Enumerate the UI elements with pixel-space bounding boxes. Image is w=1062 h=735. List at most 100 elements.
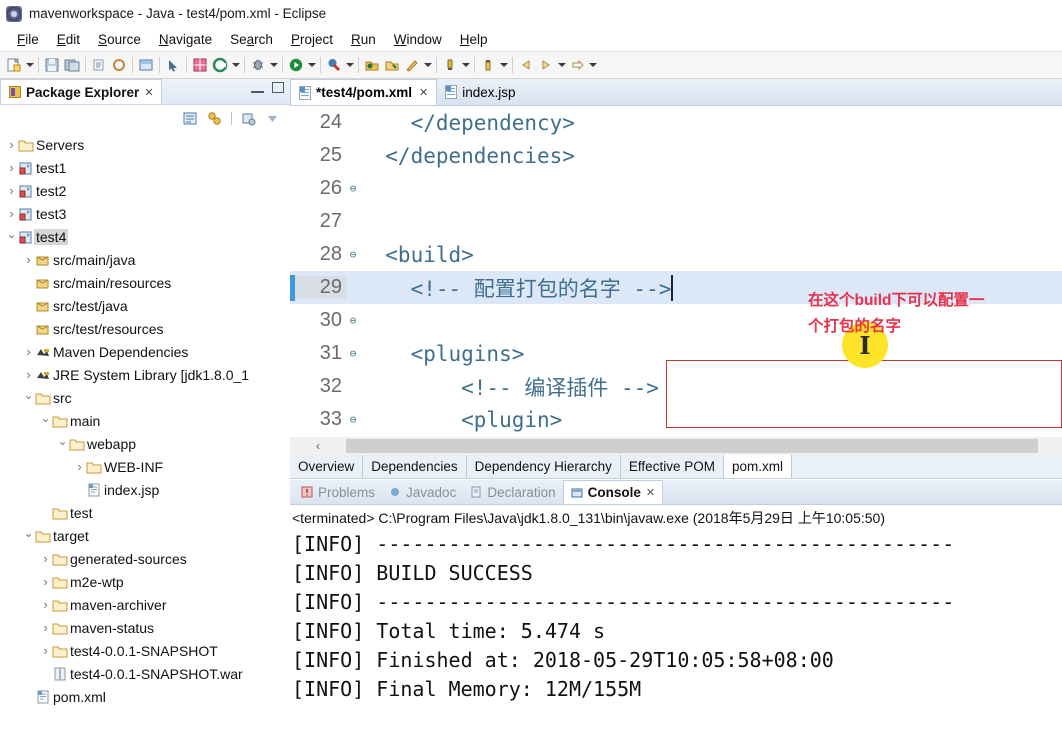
debug-icon[interactable] — [248, 55, 268, 75]
menu-run[interactable]: Run — [342, 30, 385, 49]
tree-item-target[interactable]: target — [0, 524, 290, 547]
coverage-dropdown-icon[interactable] — [230, 55, 241, 75]
tree-item-main[interactable]: main — [0, 409, 290, 432]
code-line-31[interactable]: 31 <plugins> — [290, 337, 1062, 370]
tree-item-test4-0-0-1-snapshot[interactable]: test4-0.0.1-SNAPSHOT — [0, 639, 290, 662]
editor-tab-index-jsp[interactable]: index.jsp — [437, 79, 523, 105]
tree-item-test4-0-0-1-snapshot-war[interactable]: test4-0.0.1-SNAPSHOT.war — [0, 662, 290, 685]
pom-tab-dependency-hierarchy[interactable]: Dependency Hierarchy — [467, 455, 621, 478]
menu-edit[interactable]: Edit — [48, 30, 89, 49]
menu-project[interactable]: Project — [282, 30, 342, 49]
new-dropdown-icon[interactable] — [24, 55, 35, 75]
tree-item-test[interactable]: test — [0, 501, 290, 524]
tree-item-test1[interactable]: test1 — [0, 156, 290, 179]
code-editor[interactable]: 24 </dependency>25 </dependencies>262728… — [290, 106, 1062, 437]
menu-help[interactable]: Help — [451, 30, 497, 49]
minimize-icon[interactable] — [251, 82, 264, 93]
new-java-project-icon[interactable] — [190, 55, 210, 75]
save-icon[interactable] — [42, 55, 62, 75]
code-line-25[interactable]: 25 </dependencies> — [290, 139, 1062, 172]
tree-item-test3[interactable]: test3 — [0, 202, 290, 225]
expand-arrow-icon[interactable] — [6, 184, 17, 198]
tree-item-generated-sources[interactable]: generated-sources — [0, 547, 290, 570]
tree-item-maven-status[interactable]: maven-status — [0, 616, 290, 639]
code-line-24[interactable]: 24 </dependency> — [290, 106, 1062, 139]
expand-arrow-icon[interactable] — [74, 460, 85, 474]
code-line-32[interactable]: 32 <!-- 编译插件 --> — [290, 370, 1062, 403]
print-icon[interactable] — [89, 55, 109, 75]
console-tab-javadoc[interactable]: Javadoc — [382, 485, 463, 500]
expand-arrow-icon[interactable] — [57, 437, 68, 450]
forward-dropdown-icon[interactable] — [556, 55, 567, 75]
open-type-icon[interactable] — [362, 55, 382, 75]
collapse-all-icon[interactable] — [183, 111, 198, 126]
tree-item-test4[interactable]: test4 — [0, 225, 290, 248]
tree-item-src-test-resources[interactable]: src/test/resources — [0, 317, 290, 340]
view-chevron-icon[interactable] — [265, 111, 280, 126]
expand-arrow-icon[interactable] — [6, 230, 17, 243]
fold-toggle-icon[interactable] — [346, 248, 360, 261]
maximize-icon[interactable] — [272, 82, 284, 93]
next-annotation-dropdown-icon[interactable] — [460, 55, 471, 75]
console-view-icon[interactable] — [136, 55, 156, 75]
external-tools-dropdown-icon[interactable] — [344, 55, 355, 75]
close-icon[interactable]: ✕ — [144, 86, 153, 99]
run-icon[interactable] — [286, 55, 306, 75]
expand-arrow-icon[interactable] — [40, 598, 51, 612]
tree-item-src-test-java[interactable]: src/test/java — [0, 294, 290, 317]
scroll-left-icon[interactable]: ‹ — [290, 439, 346, 453]
next-edit-icon[interactable] — [567, 55, 587, 75]
tab-package-explorer[interactable]: Package Explorer ✕ — [0, 79, 162, 104]
expand-arrow-icon[interactable] — [23, 368, 34, 382]
scroll-thumb[interactable] — [346, 439, 1038, 453]
pom-tab-effective-pom[interactable]: Effective POM — [621, 455, 724, 478]
expand-arrow-icon[interactable] — [40, 621, 51, 635]
search-dropdown-icon[interactable] — [422, 55, 433, 75]
fold-toggle-icon[interactable] — [346, 413, 360, 426]
menu-window[interactable]: Window — [385, 30, 451, 49]
refresh-icon[interactable] — [109, 55, 129, 75]
tree-item-pom-xml[interactable]: pom.xml — [0, 685, 290, 708]
expand-arrow-icon[interactable] — [6, 161, 17, 175]
tree-item-src-main-java[interactable]: src/main/java — [0, 248, 290, 271]
tree-item-webapp[interactable]: webapp — [0, 432, 290, 455]
expand-arrow-icon[interactable] — [40, 414, 51, 427]
new-icon[interactable] — [4, 55, 24, 75]
code-line-27[interactable]: 27 — [290, 205, 1062, 238]
tree-item-maven-dependencies[interactable]: Maven Dependencies — [0, 340, 290, 363]
next-annotation-icon[interactable] — [440, 55, 460, 75]
expand-arrow-icon[interactable] — [6, 138, 17, 152]
tree-item-maven-archiver[interactable]: maven-archiver — [0, 593, 290, 616]
tree-item-src[interactable]: src — [0, 386, 290, 409]
close-icon[interactable]: ✕ — [646, 486, 655, 499]
pom-tab-pom-xml[interactable]: pom.xml — [723, 455, 792, 478]
debug-dropdown-icon[interactable] — [268, 55, 279, 75]
code-line-26[interactable]: 26 — [290, 172, 1062, 205]
editor-tab-test4-pom-xml[interactable]: *test4/pom.xml ✕ — [290, 79, 438, 105]
previous-annotation-icon[interactable] — [478, 55, 498, 75]
expand-arrow-icon[interactable] — [23, 391, 34, 404]
expand-arrow-icon[interactable] — [40, 575, 51, 589]
menu-source[interactable]: Source — [89, 30, 150, 49]
fold-toggle-icon[interactable] — [346, 347, 360, 360]
console-tab-declaration[interactable]: Declaration — [463, 485, 562, 500]
fold-toggle-icon[interactable] — [346, 314, 360, 327]
forward-icon[interactable] — [536, 55, 556, 75]
tree-item-src-main-resources[interactable]: src/main/resources — [0, 271, 290, 294]
code-line-28[interactable]: 28 <build> — [290, 238, 1062, 271]
code-line-33[interactable]: 33 <plugin> — [290, 403, 1062, 436]
next-edit-dropdown-icon[interactable] — [587, 55, 598, 75]
open-resource-icon[interactable] — [382, 55, 402, 75]
save-all-icon[interactable] — [62, 55, 82, 75]
expand-arrow-icon[interactable] — [6, 207, 17, 221]
tree-item-jre-system-library-jdk1-8-0-1[interactable]: JRE System Library [jdk1.8.0_1 — [0, 363, 290, 386]
pom-tab-dependencies[interactable]: Dependencies — [363, 455, 467, 478]
expand-arrow-icon[interactable] — [40, 552, 51, 566]
expand-arrow-icon[interactable] — [23, 529, 34, 542]
pointer-icon[interactable] — [163, 55, 183, 75]
menu-search[interactable]: Search — [221, 30, 282, 49]
view-menu-icon[interactable] — [241, 111, 256, 126]
previous-annotation-dropdown-icon[interactable] — [498, 55, 509, 75]
fold-toggle-icon[interactable] — [346, 182, 360, 195]
tree-item-test2[interactable]: test2 — [0, 179, 290, 202]
